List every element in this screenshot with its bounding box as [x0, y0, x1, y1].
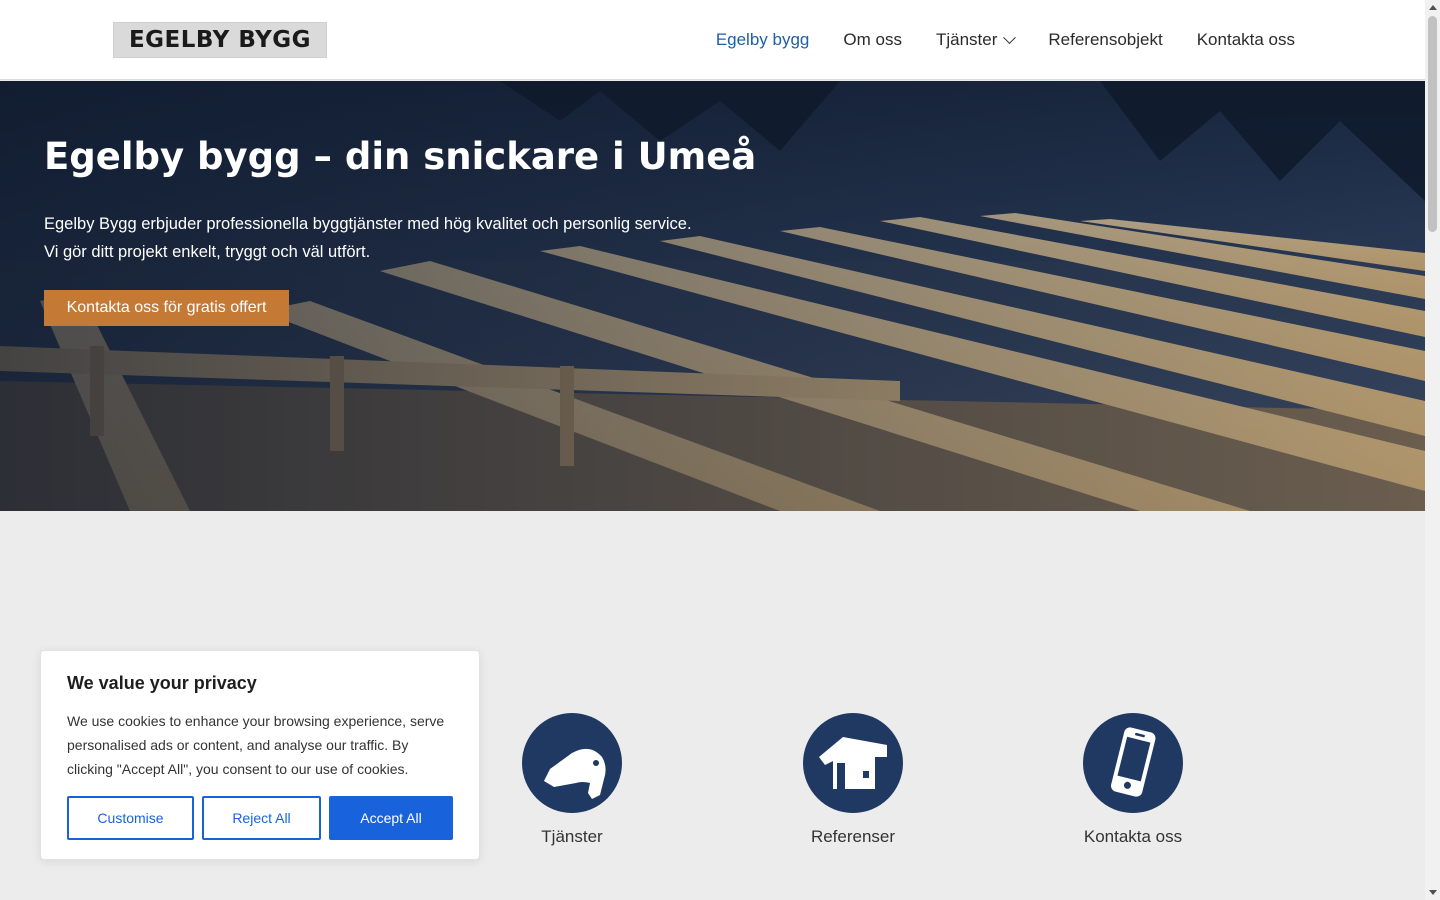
feature-label: Referenser — [810, 827, 896, 846]
house-icon — [819, 737, 887, 789]
hero-text-line: Vi gör ditt projekt enkelt, tryggt och v… — [44, 243, 371, 261]
nav-item-label: Tjänster — [935, 30, 998, 49]
logo-text: EGELBY BYGG — [128, 27, 312, 53]
nav-item-contact[interactable]: Kontakta oss — [1197, 30, 1295, 50]
feature-circle[interactable] — [803, 713, 903, 813]
hero-text-line: Egelby Bygg erbjuder professionella bygg… — [44, 215, 692, 233]
scroll-up-arrow-icon[interactable] — [1429, 5, 1437, 10]
hero-title: Egelby bygg – din snickare i Umeå — [44, 135, 757, 178]
cookie-consent-banner: We value your privacy We use cookies to … — [40, 650, 480, 860]
feature-contact[interactable]: Kontakta oss — [1053, 713, 1213, 847]
site-logo[interactable]: EGELBY BYGG — [113, 22, 327, 58]
nav-item-about[interactable]: Om oss — [843, 30, 902, 50]
feature-services[interactable]: Tjänster — [492, 713, 652, 847]
nav-item-label: Om oss — [843, 30, 902, 49]
feature-label: Tjänster — [541, 827, 603, 846]
feature-references[interactable]: Referenser — [773, 713, 933, 847]
scroll-down-arrow-icon[interactable] — [1429, 890, 1437, 895]
contact-offer-button[interactable]: Kontakta oss för gratis offert — [44, 290, 289, 326]
hero-section: Egelby bygg – din snickare i Umeå Egelby… — [0, 81, 1425, 511]
nav-item-label: Egelby bygg — [715, 30, 810, 49]
feature-circle[interactable] — [1083, 713, 1183, 813]
hero-description: Egelby Bygg erbjuder professionella bygg… — [44, 210, 764, 266]
feature-circle[interactable] — [522, 713, 622, 813]
nav-item-label: Kontakta oss — [1196, 30, 1295, 49]
customise-button[interactable]: Customise — [67, 796, 194, 840]
reject-all-button[interactable]: Reject All — [202, 796, 321, 840]
nav-item-services[interactable]: Tjänster — [935, 30, 1017, 50]
scrollbar-thumb[interactable] — [1428, 16, 1437, 232]
chevron-down-icon — [1003, 30, 1017, 44]
cookie-title: We value your privacy — [67, 673, 257, 693]
cookie-body: We use cookies to enhance your browsing … — [67, 713, 445, 777]
accept-all-button[interactable]: Accept All — [329, 796, 453, 840]
nav-item-references[interactable]: Referensobjekt — [1048, 30, 1162, 50]
feature-label: Kontakta oss — [1083, 827, 1183, 846]
phone-icon — [1111, 727, 1156, 797]
nav-item-home[interactable]: Egelby bygg — [716, 30, 810, 50]
page-scrollbar[interactable] — [1425, 0, 1440, 900]
site-header: EGELBY BYGG Egelby bygg Om oss Tjänster … — [0, 0, 1425, 80]
drill-icon — [544, 748, 606, 799]
nav-item-label: Referensobjekt — [1048, 30, 1163, 49]
main-nav: Egelby bygg Om oss Tjänster Referensobje… — [716, 0, 1295, 80]
